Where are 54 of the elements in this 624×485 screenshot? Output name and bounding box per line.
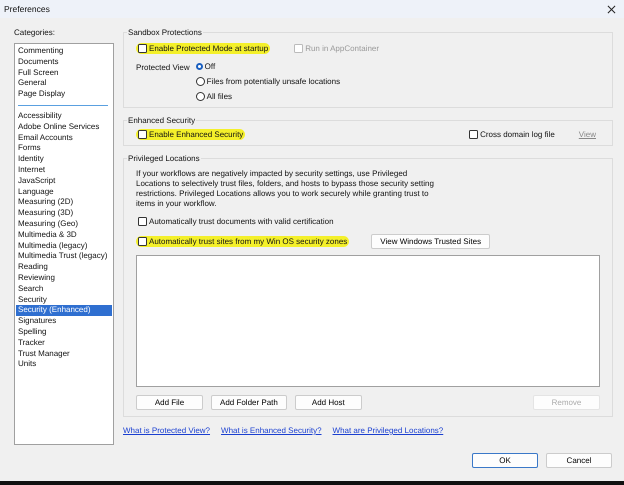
category-item[interactable]: Tracker — [16, 338, 112, 349]
radio-option[interactable]: Off — [196, 62, 340, 71]
group-title: Enhanced Security — [127, 116, 196, 125]
category-item[interactable]: Measuring (Geo) — [16, 218, 112, 230]
action-button[interactable]: Add File — [136, 395, 203, 410]
close-icon[interactable] — [607, 4, 616, 14]
dialog-button[interactable]: OK — [472, 453, 538, 468]
category-item[interactable]: Multimedia Trust (legacy) — [16, 251, 112, 262]
description-text: If your workflows are negatively impacted by security settings, use Privileged Locations to selectively trust files, folders, and hosts to bypass those security setting restrictions. Privileged Locations allows you to work securely while granting trust to items in your workflow. — [136, 169, 435, 209]
checkbox-option[interactable]: Enable Protected Mode at startup — [136, 43, 270, 54]
help-link[interactable]: What are Privileged Locations? — [332, 426, 444, 435]
radio-option[interactable]: All files — [196, 92, 340, 101]
checkbox-option[interactable]: Cross domain log file — [467, 129, 557, 140]
window-title: Preferences — [4, 4, 50, 14]
categories-label: Categories: — [14, 28, 56, 37]
category-item[interactable]: Search — [16, 284, 112, 295]
category-item[interactable]: Internet — [16, 164, 112, 176]
category-item[interactable]: Trust Manager — [16, 348, 112, 360]
category-item[interactable]: Identity — [16, 154, 112, 165]
radio-option[interactable]: Files from potentially unsafe locations — [196, 77, 340, 86]
dialog-button[interactable]: Cancel — [546, 453, 612, 468]
category-item[interactable]: Accessibility — [16, 110, 112, 122]
category-item[interactable]: Multimedia & 3D — [16, 230, 112, 241]
category-item[interactable]: Reviewing — [16, 272, 112, 284]
checkbox-option[interactable]: Automatically trust documents with valid certification — [136, 216, 336, 227]
category-item[interactable]: Security (Enhanced) — [16, 305, 112, 316]
trusted-sites-button[interactable]: View Windows Trusted Sites — [371, 234, 490, 249]
category-item[interactable]: Security — [16, 294, 112, 306]
protected-view-label: Protected View — [136, 62, 190, 74]
category-item[interactable]: Commenting — [16, 46, 112, 57]
help-link[interactable]: What is Enhanced Security? — [221, 426, 322, 435]
category-item[interactable]: Measuring (3D) — [16, 208, 112, 219]
action-button[interactable]: Add Folder Path — [211, 395, 287, 410]
category-item[interactable]: Page Display — [16, 89, 112, 100]
category-item[interactable]: Units — [16, 359, 112, 370]
category-item[interactable]: JavaScript — [16, 176, 112, 187]
category-item[interactable]: Measuring (2D) — [16, 197, 112, 208]
action-button[interactable]: Add Host — [294, 395, 362, 410]
group-title: Privileged Locations — [127, 154, 201, 163]
category-item[interactable]: Reading — [16, 262, 112, 273]
category-item[interactable]: Forms — [16, 143, 112, 154]
category-item[interactable]: Documents — [16, 56, 112, 68]
category-item[interactable]: Email Accounts — [16, 132, 112, 144]
category-item[interactable]: Spelling — [16, 326, 112, 338]
category-item[interactable]: Multimedia (legacy) — [16, 240, 112, 252]
category-item[interactable]: General — [16, 78, 112, 90]
category-item[interactable]: Full Screen — [16, 68, 112, 78]
help-link[interactable]: What is Protected View? — [123, 426, 210, 435]
group-title: Sandbox Protections — [127, 28, 203, 37]
category-item[interactable]: Language — [16, 186, 112, 198]
category-item[interactable]: Signatures — [16, 316, 112, 327]
checkbox-option[interactable]: Enable Enhanced Security — [136, 129, 246, 140]
checkbox-option[interactable]: Automatically trust sites from my Win OS security zones — [136, 236, 350, 247]
category-item[interactable]: Adobe Online Services — [16, 122, 112, 133]
